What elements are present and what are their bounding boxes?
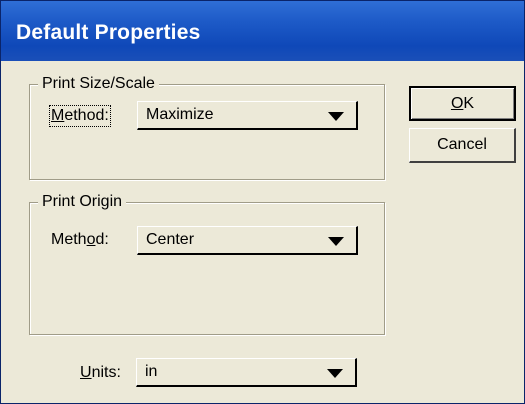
print-origin-group-label: Print Origin [38,193,127,211]
print-origin-method-dropdown[interactable]: Center [137,226,358,255]
ok-button[interactable]: OK [409,86,516,121]
chevron-down-icon [328,237,344,246]
print-size-method-dropdown[interactable]: Maximize [137,101,358,130]
print-origin-method-label: Method: [51,231,109,248]
dialog-window: Default Properties Print Size/Scale Meth… [0,0,525,404]
units-label: Units: [80,364,121,381]
cancel-button[interactable]: Cancel [409,128,516,163]
dialog-title: Default Properties [16,21,201,44]
ok-button-label: OK [450,94,475,112]
cancel-button-label: Cancel [437,136,487,153]
print-size-method-label: Method: [49,105,111,127]
chevron-down-icon [327,369,343,378]
units-dropdown[interactable]: in [136,358,357,387]
print-size-scale-group: Print Size/Scale Method: Maximize [29,75,385,180]
chevron-down-icon [328,112,344,121]
title-bar[interactable]: Default Properties [1,1,524,61]
print-origin-method-value: Center [146,231,195,248]
print-size-method-value: Maximize [146,106,214,123]
units-value: in [145,363,158,380]
print-origin-group: Print Origin Method: Center [29,193,385,335]
print-size-scale-group-label: Print Size/Scale [38,75,159,93]
